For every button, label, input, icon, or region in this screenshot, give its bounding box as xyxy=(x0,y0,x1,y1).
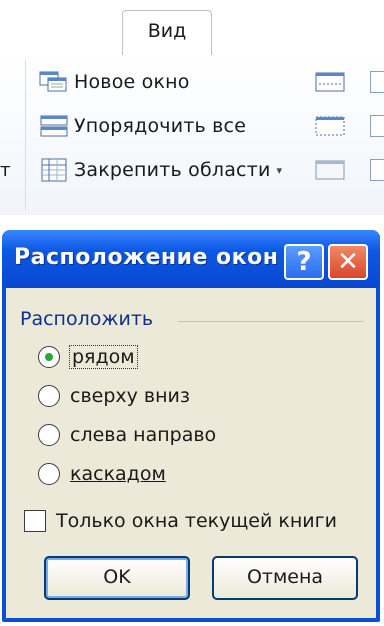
arrange-all-icon xyxy=(38,114,70,138)
close-icon: ✕ xyxy=(337,247,359,277)
radio-horizontal[interactable]: сверху вниз xyxy=(38,381,190,411)
radio-tiled-label: рядом xyxy=(69,345,138,369)
radio-button-checked[interactable] xyxy=(38,346,60,368)
ok-button[interactable]: OK xyxy=(44,556,190,600)
radio-button[interactable] xyxy=(38,463,60,485)
new-window-icon xyxy=(38,70,70,94)
freeze-panes-button[interactable]: Закрепить области ▾ xyxy=(38,156,282,184)
arrange-all-button[interactable]: Упорядочить все xyxy=(38,112,246,140)
unhide-window-icon[interactable] xyxy=(315,159,345,181)
help-button[interactable]: ? xyxy=(284,244,324,280)
radio-button[interactable] xyxy=(38,385,60,407)
split-icon[interactable] xyxy=(315,71,345,93)
group-divider xyxy=(178,321,364,322)
arrange-windows-dialog: Расположение окон ? ✕ Расположить рядом … xyxy=(2,230,380,622)
close-button[interactable]: ✕ xyxy=(328,244,368,280)
radio-tiled[interactable]: рядом xyxy=(38,342,138,372)
radio-button[interactable] xyxy=(38,424,60,446)
radio-vertical-label: слева направо xyxy=(70,424,217,446)
tab-view[interactable]: Вид xyxy=(122,10,212,56)
clipped-ribbon-label: т xyxy=(0,160,11,181)
dialog-title: Расположение окон xyxy=(14,245,279,270)
checkbox-box[interactable] xyxy=(24,510,46,532)
view-side-by-side-icon[interactable] xyxy=(370,71,384,93)
ribbon-group-divider xyxy=(25,60,26,210)
dialog-titlebar[interactable]: Расположение окон ? ✕ xyxy=(2,230,380,288)
sync-scroll-icon[interactable] xyxy=(370,115,384,137)
arrange-group-label: Расположить xyxy=(20,308,154,330)
chevron-down-icon[interactable]: ▾ xyxy=(277,164,283,177)
current-workbook-only-label: Только окна текущей книги xyxy=(56,510,337,532)
arrange-all-label: Упорядочить все xyxy=(74,115,247,137)
radio-cascade-label: каскадом xyxy=(70,463,166,485)
freeze-panes-icon xyxy=(38,158,70,182)
radio-cascade[interactable]: каскадом xyxy=(38,459,166,489)
cancel-button[interactable]: Отмена xyxy=(212,556,358,600)
freeze-panes-label: Закрепить области xyxy=(74,159,271,181)
radio-vertical[interactable]: слева направо xyxy=(38,420,216,450)
radio-horizontal-label: сверху вниз xyxy=(70,385,190,407)
current-workbook-only-checkbox[interactable]: Только окна текущей книги xyxy=(24,506,337,536)
reset-position-icon[interactable] xyxy=(370,159,384,181)
dialog-body: Расположить рядом сверху вниз слева напр… xyxy=(6,288,376,618)
new-window-button[interactable]: Новое окно xyxy=(38,68,190,96)
new-window-label: Новое окно xyxy=(74,71,190,93)
hide-window-icon[interactable] xyxy=(315,115,345,137)
help-icon: ? xyxy=(296,247,312,277)
